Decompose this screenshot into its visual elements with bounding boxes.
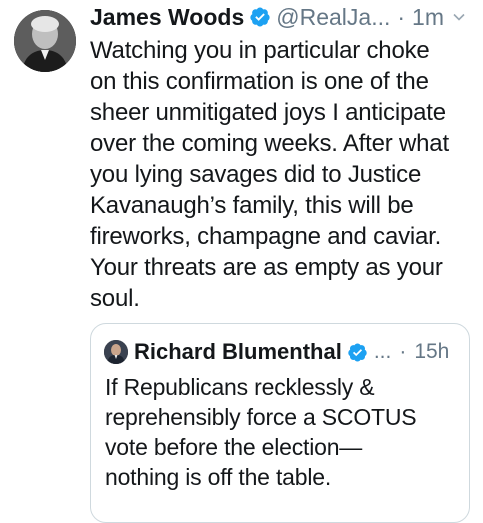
quoted-tweet-text: If Republicans recklessly & reprehensibl… (105, 374, 417, 490)
verified-badge-icon (249, 6, 271, 28)
author-handle[interactable]: @RealJa... (276, 4, 390, 31)
tweet[interactable]: James Woods @RealJa... · 1m Watching you… (0, 0, 483, 523)
tweet-header: James Woods @RealJa... · 1m (90, 0, 475, 34)
tweet-body: James Woods @RealJa... · 1m Watching you… (90, 0, 475, 314)
quoted-author-handle: ... (373, 340, 392, 363)
tweet-timestamp[interactable]: 1m (412, 4, 444, 31)
quoted-tweet[interactable]: Richard Blumenthal ... · 15h If Republic… (90, 323, 470, 523)
chevron-down-icon[interactable] (452, 10, 466, 24)
tweet-text: Watching you in particular choke on this… (90, 37, 449, 312)
author-name[interactable]: James Woods (90, 4, 244, 31)
quoted-author-name: Richard Blumenthal (134, 339, 342, 364)
quoted-tweet-header: Richard Blumenthal ... · 15h (104, 337, 469, 367)
quoted-author-avatar (104, 340, 128, 364)
quoted-tweet-timestamp: 15h (414, 340, 450, 363)
header-separator: · (397, 3, 406, 30)
quoted-header-separator: · (399, 340, 407, 363)
verified-badge-icon (347, 342, 368, 363)
author-avatar[interactable] (14, 10, 76, 72)
